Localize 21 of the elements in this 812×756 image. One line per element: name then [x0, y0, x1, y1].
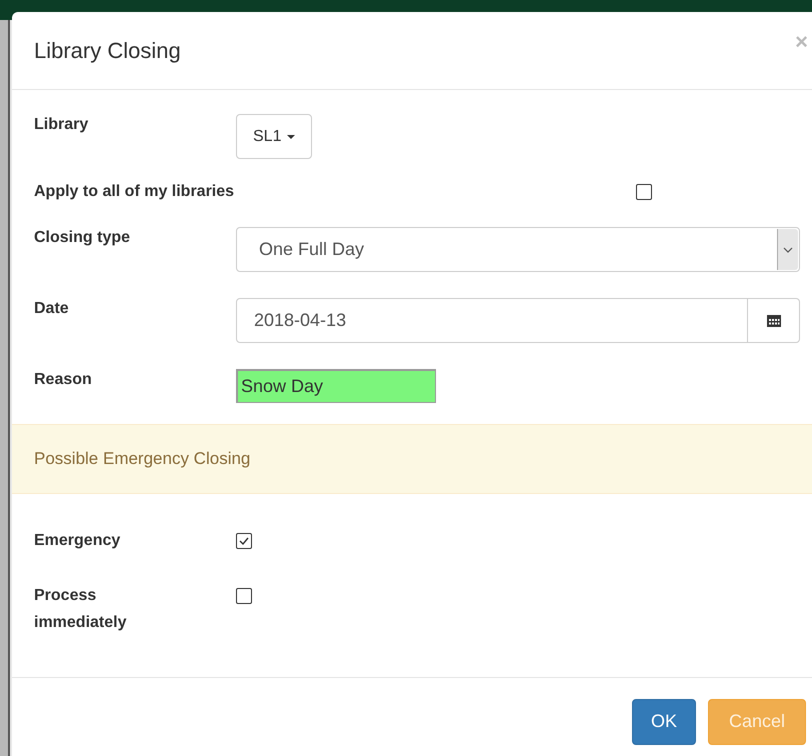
calendar-button[interactable]	[748, 298, 800, 343]
date-label: Date	[34, 299, 70, 319]
library-label: Library	[34, 115, 90, 135]
reason-label: Reason	[34, 370, 93, 390]
option-checkbox[interactable]	[236, 588, 252, 604]
reason-field[interactable]: Snow Day	[236, 369, 436, 403]
library-dropdown[interactable]: SL1	[236, 114, 312, 159]
option-label: Emergency	[34, 531, 122, 551]
apply-all-label: Apply to all of my libraries	[34, 182, 236, 202]
dialog-button[interactable]: OK	[632, 698, 696, 744]
alert-text: Possible Emergency Closing	[34, 449, 250, 469]
closing-type-label: Closing type	[34, 228, 132, 248]
apply-all-checkbox[interactable]	[636, 184, 652, 200]
date-field[interactable]: 2018-04-13	[236, 298, 748, 343]
caret-icon	[287, 134, 296, 138]
calendar-icon	[766, 313, 782, 328]
option-checkbox[interactable]	[236, 533, 252, 549]
closing-type-select[interactable]: One Full Day	[236, 227, 800, 272]
chevron-down-icon	[777, 229, 798, 270]
dialog-title: Library Closing	[34, 38, 181, 64]
option-label: Process immediately	[34, 586, 128, 633]
